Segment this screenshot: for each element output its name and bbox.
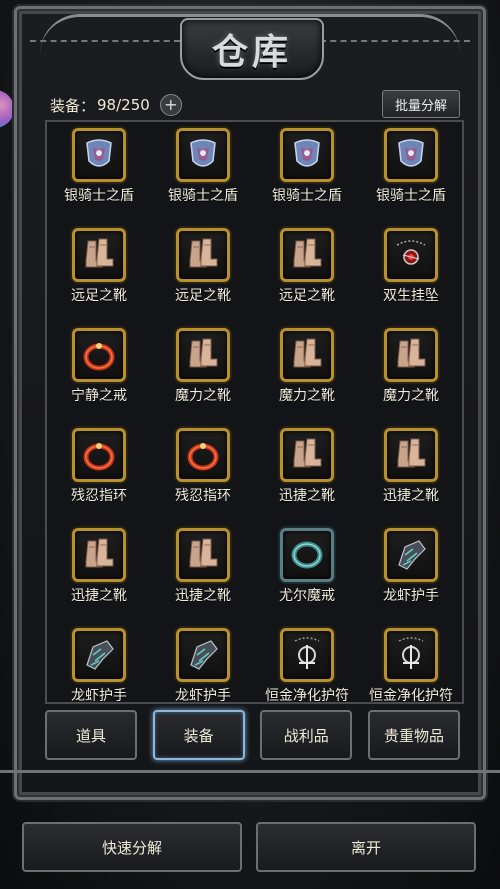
capacity-bar: 装备： 98/250 + 批量分解 xyxy=(50,90,460,118)
inventory-slot[interactable]: 魔力之靴 xyxy=(255,322,359,422)
inventory-slot[interactable]: 尤尔魔戒 xyxy=(255,522,359,622)
inventory-slot[interactable]: 魔力之靴 xyxy=(151,322,255,422)
inventory-slot[interactable]: 远足之靴 xyxy=(255,222,359,322)
boots-icon xyxy=(384,428,438,482)
item-name: 尤尔魔戒 xyxy=(279,588,335,604)
item-name: 魔力之靴 xyxy=(383,388,439,404)
inventory-slot[interactable]: 双生挂坠 xyxy=(359,222,463,322)
ring-icon xyxy=(176,428,230,482)
shield-icon xyxy=(384,128,438,182)
inventory-slot[interactable]: 龙虾护手 xyxy=(47,622,151,722)
inventory-slot[interactable]: 银骑士之盾 xyxy=(255,122,359,222)
bulk-decompose-button[interactable]: 批量分解 xyxy=(382,90,460,118)
item-name: 双生挂坠 xyxy=(383,288,439,304)
item-name: 残忍指环 xyxy=(71,488,127,504)
boots-icon xyxy=(176,228,230,282)
inventory-slot[interactable]: 残忍指环 xyxy=(151,422,255,522)
inventory-slot[interactable]: 残忍指环 xyxy=(47,422,151,522)
item-name: 远足之靴 xyxy=(279,288,335,304)
inventory-slot[interactable]: 银骑士之盾 xyxy=(359,122,463,222)
item-name: 龙虾护手 xyxy=(383,588,439,604)
item-name: 宁静之戒 xyxy=(71,388,127,404)
item-name: 龙虾护手 xyxy=(175,688,231,704)
bottom-ornament xyxy=(0,770,500,813)
ring-icon xyxy=(72,428,126,482)
boots-icon xyxy=(280,428,334,482)
inventory-slot[interactable]: 魔力之靴 xyxy=(359,322,463,422)
boots-icon xyxy=(176,328,230,382)
shield-icon xyxy=(176,128,230,182)
gauntlet-icon xyxy=(176,628,230,682)
gauntlet-icon xyxy=(384,528,438,582)
item-name: 远足之靴 xyxy=(175,288,231,304)
floating-assistant-icon[interactable] xyxy=(0,90,14,128)
inventory-slot[interactable]: 宁静之戒 xyxy=(47,322,151,422)
amulet-icon xyxy=(280,628,334,682)
inventory-slot[interactable]: 恒金净化护符 xyxy=(255,622,359,722)
tab-loot[interactable]: 战利品 xyxy=(260,710,353,760)
leave-button[interactable]: 离开 xyxy=(256,822,476,872)
expand-capacity-button[interactable]: + xyxy=(159,94,182,116)
inventory-slot[interactable]: 龙虾护手 xyxy=(151,622,255,722)
ring-icon xyxy=(72,328,126,382)
inventory-slot[interactable]: 恒金净化护符 xyxy=(359,622,463,722)
title-plate: 仓库 xyxy=(180,18,324,80)
capacity-label: 装备： xyxy=(50,96,96,115)
ring-icon xyxy=(280,528,334,582)
inventory-slot[interactable]: 迅捷之靴 xyxy=(359,422,463,522)
amulet-icon xyxy=(384,628,438,682)
chain-decoration-left xyxy=(30,40,180,48)
item-name: 银骑士之盾 xyxy=(168,188,238,204)
inventory-slot[interactable]: 迅捷之靴 xyxy=(151,522,255,622)
boots-icon xyxy=(384,328,438,382)
item-name: 恒金净化护符 xyxy=(265,688,349,704)
boots-icon xyxy=(72,228,126,282)
tab-items[interactable]: 道具 xyxy=(45,710,137,760)
item-name: 魔力之靴 xyxy=(175,388,231,404)
item-name: 迅捷之靴 xyxy=(383,488,439,504)
pendant-icon xyxy=(384,228,438,282)
gauntlet-icon xyxy=(72,628,126,682)
tab-valuables[interactable]: 贵重物品 xyxy=(367,710,460,760)
boots-icon xyxy=(176,528,230,582)
boots-icon xyxy=(280,228,334,282)
capacity-value: 98/250 xyxy=(97,96,150,114)
shield-icon xyxy=(72,128,126,182)
inventory-panel: 银骑士之盾 银骑士之盾 银骑士之盾 银骑士之盾远足之靴 远足之靴 远足之靴 双生挂坠宁静之戒… xyxy=(45,120,464,704)
item-name: 龙虾护手 xyxy=(71,688,127,704)
category-tabs: 道具 装备 战利品 贵重物品 xyxy=(45,710,460,766)
inventory-slot[interactable]: 龙虾护手 xyxy=(359,522,463,622)
boots-icon xyxy=(280,328,334,382)
quick-decompose-button[interactable]: 快速分解 xyxy=(22,822,242,872)
inventory-slot[interactable]: 远足之靴 xyxy=(151,222,255,322)
item-name: 银骑士之盾 xyxy=(64,188,134,204)
item-name: 魔力之靴 xyxy=(279,388,335,404)
chain-decoration-right xyxy=(320,40,470,48)
item-name: 银骑士之盾 xyxy=(272,188,342,204)
item-name: 银骑士之盾 xyxy=(376,188,446,204)
inventory-slot[interactable]: 迅捷之靴 xyxy=(47,522,151,622)
item-name: 远足之靴 xyxy=(71,288,127,304)
boots-icon xyxy=(72,528,126,582)
item-name: 迅捷之靴 xyxy=(71,588,127,604)
item-name: 残忍指环 xyxy=(175,488,231,504)
item-name: 恒金净化护符 xyxy=(369,688,453,704)
inventory-slot[interactable]: 远足之靴 xyxy=(47,222,151,322)
page-title: 仓库 xyxy=(211,31,292,73)
shield-icon xyxy=(280,128,334,182)
inventory-grid: 银骑士之盾 银骑士之盾 银骑士之盾 银骑士之盾远足之靴 远足之靴 远足之靴 双生挂坠宁静之戒… xyxy=(47,122,462,722)
inventory-slot[interactable]: 银骑士之盾 xyxy=(47,122,151,222)
item-name: 迅捷之靴 xyxy=(279,488,335,504)
item-name: 迅捷之靴 xyxy=(175,588,231,604)
inventory-slot[interactable]: 银骑士之盾 xyxy=(151,122,255,222)
inventory-slot[interactable]: 迅捷之靴 xyxy=(255,422,359,522)
tab-equipment[interactable]: 装备 xyxy=(152,710,245,760)
